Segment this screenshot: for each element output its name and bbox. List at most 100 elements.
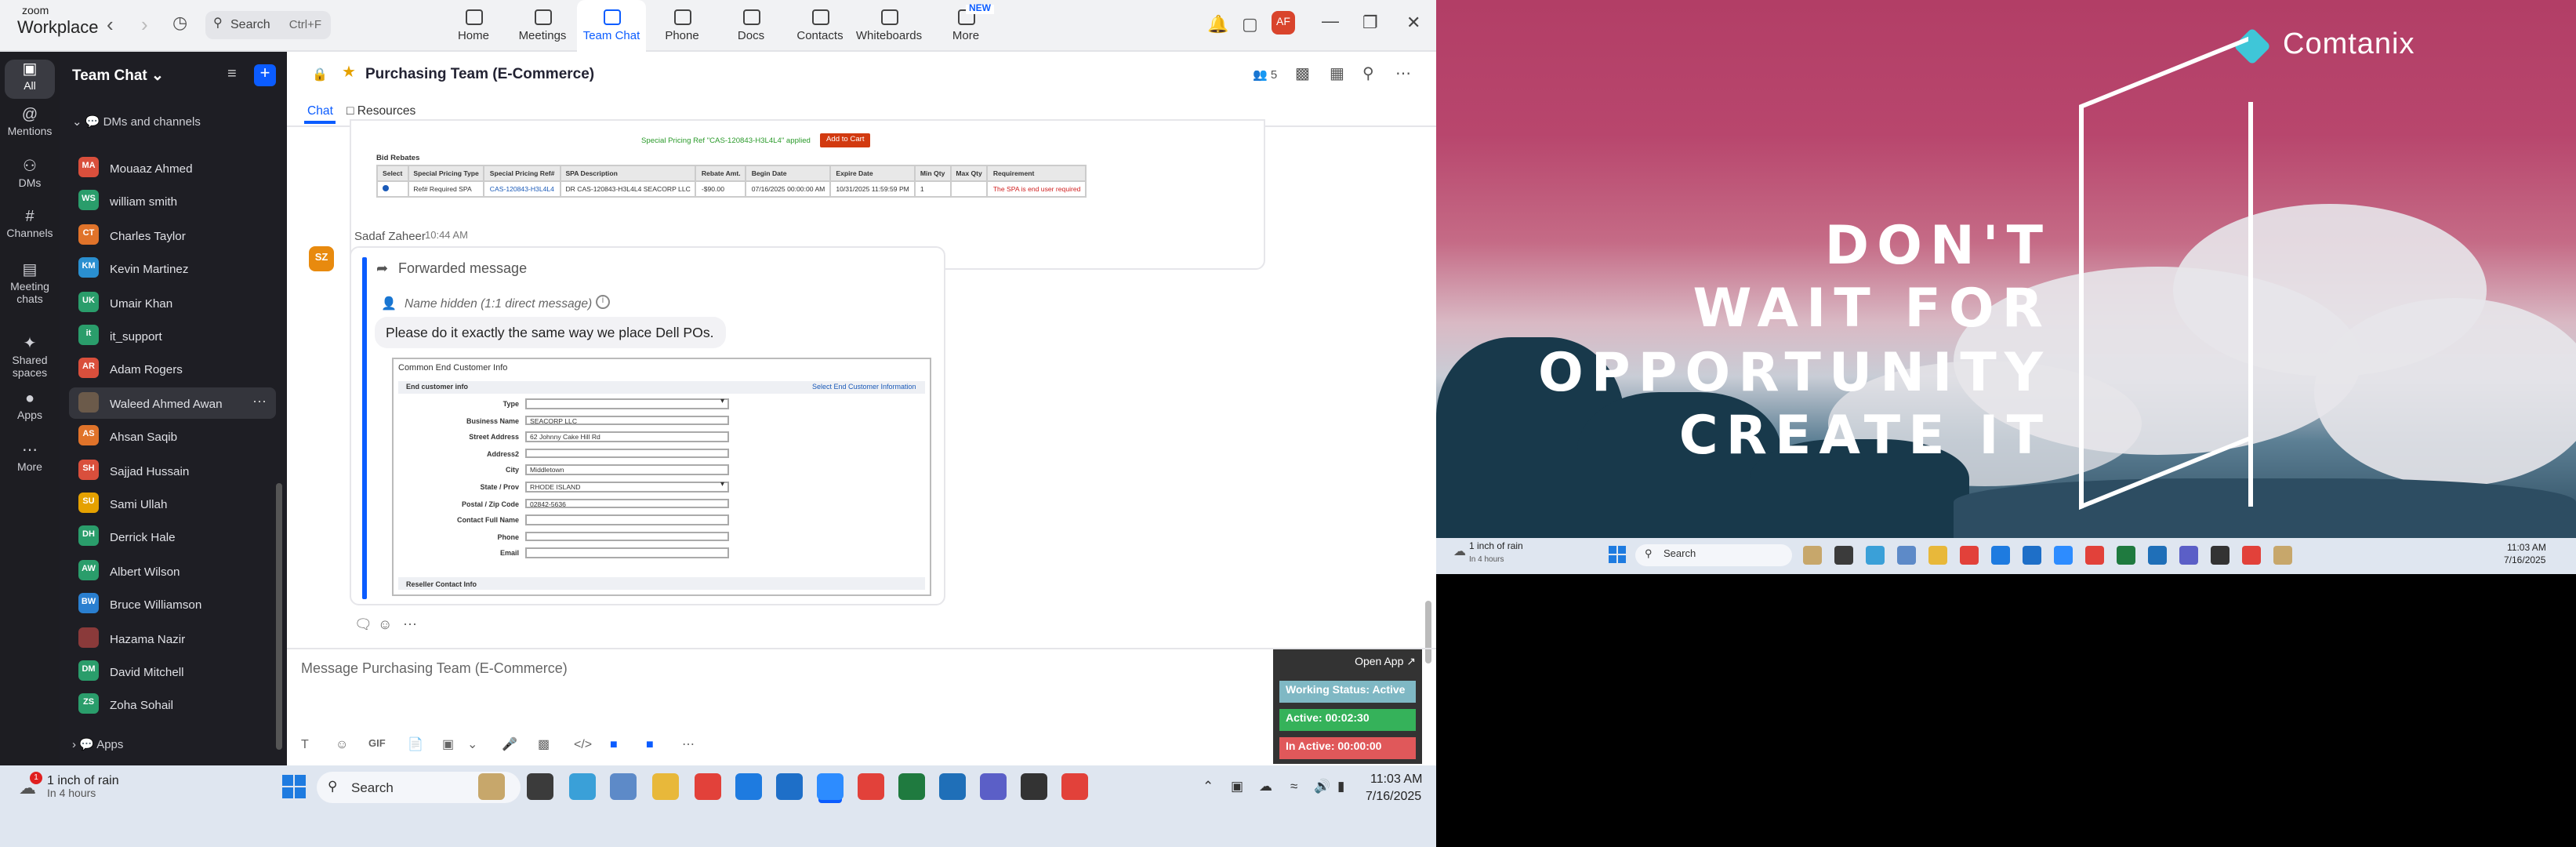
sidebar-title[interactable]: Team Chat ⌄: [72, 67, 164, 85]
emoji-reaction-icon[interactable]: ☺: [378, 616, 392, 632]
sidebar-item-david-mitchell[interactable]: DM David Mitchell: [69, 656, 276, 687]
folder-icon[interactable]: [652, 773, 679, 800]
member-count[interactable]: 👥 5: [1253, 67, 1277, 82]
sidebar-item-mouaaz-ahmed[interactable]: MA Mouaaz Ahmed: [69, 152, 276, 184]
rail-mentions[interactable]: @ Mentions: [0, 107, 60, 140]
windows-start-icon[interactable]: [1609, 546, 1626, 563]
widget-icon[interactable]: [1803, 546, 1822, 565]
sidebar-item-waleed-ahmed-awan[interactable]: Waleed Ahmed Awan ⋯: [69, 387, 276, 419]
screenshot-icon[interactable]: ▣: [442, 737, 454, 751]
edge-icon[interactable]: [1991, 546, 2010, 565]
video-call-icon[interactable]: ▩: [1295, 66, 1310, 83]
restore-icon[interactable]: ❐: [1362, 13, 1378, 33]
sender-avatar[interactable]: SZ: [309, 246, 334, 271]
code-icon[interactable]: </>: [574, 737, 592, 751]
calendar-icon[interactable]: ▦: [1330, 66, 1344, 83]
chrome-icon[interactable]: [1960, 546, 1979, 565]
battery-icon[interactable]: ▮: [1337, 778, 1344, 795]
message-input[interactable]: Message Purchasing Team (E-Commerce): [301, 660, 568, 676]
zoom-icon[interactable]: [817, 773, 844, 800]
message-more-icon[interactable]: ⋯: [403, 616, 417, 634]
gif-icon[interactable]: GIF: [368, 739, 386, 750]
sidebar-scrollbar[interactable]: [276, 483, 282, 750]
teams-icon[interactable]: [980, 773, 1007, 800]
item-more-icon[interactable]: ⋯: [252, 394, 267, 411]
file-manager-icon[interactable]: [527, 773, 553, 800]
edge-icon[interactable]: [1866, 546, 1885, 565]
back-arrow-icon[interactable]: ‹: [107, 13, 114, 36]
tab-contacts[interactable]: Contacts: [785, 0, 854, 52]
tab-phone[interactable]: Phone: [648, 0, 717, 52]
app-icon[interactable]: [2211, 546, 2230, 565]
clock-time[interactable]: 11:03 AM: [2507, 544, 2546, 554]
clock-time[interactable]: 11:03 AM: [1370, 772, 1422, 786]
outlook-icon[interactable]: [776, 773, 803, 800]
filter-icon[interactable]: ≡: [227, 66, 237, 83]
remote-desktop-icon[interactable]: [939, 773, 966, 800]
forward-arrow-icon[interactable]: ›: [141, 13, 148, 36]
chevron-up-icon[interactable]: ⌃: [1203, 778, 1214, 795]
history-icon[interactable]: ◷: [172, 13, 187, 33]
edge-icon[interactable]: [569, 773, 596, 800]
tab-home[interactable]: Home: [439, 0, 508, 52]
outlook-icon[interactable]: [2023, 546, 2041, 565]
sidebar-item-it_support[interactable]: it it_support: [69, 320, 276, 351]
app-icon-1[interactable]: ■: [610, 737, 618, 751]
chrome-icon[interactable]: [2242, 546, 2261, 565]
forwarded-message-card[interactable]: ➦ Forwarded message 👤 Name hidden (1:1 d…: [350, 246, 945, 605]
chat-scrollbar[interactable]: [1425, 601, 1431, 663]
composer-more-icon[interactable]: ⋯: [682, 737, 695, 751]
search-icon[interactable]: ⚲: [1362, 66, 1374, 83]
remote-desktop-icon[interactable]: [2148, 546, 2167, 565]
sidebar-item-hazama-nazir[interactable]: Hazama Nazir: [69, 622, 276, 653]
sidebar-item-sami-ullah[interactable]: SU Sami Ullah: [69, 488, 276, 519]
weather-text[interactable]: 1 inch of rain: [1469, 543, 1523, 552]
sidebar-item-albert-wilson[interactable]: AW Albert Wilson: [69, 555, 276, 587]
sidebar-item-derrick-hale[interactable]: DH Derrick Hale: [69, 522, 276, 553]
tab-chat[interactable]: Chat: [307, 104, 333, 118]
emoji-icon[interactable]: ☺: [336, 737, 348, 751]
user-avatar[interactable]: AF: [1272, 11, 1295, 35]
rail-shared-spaces[interactable]: ✦ Shared spaces: [0, 336, 60, 381]
window-icon[interactable]: ▢: [1242, 14, 1258, 35]
section-apps[interactable]: › 💬 Apps: [72, 737, 123, 751]
tab-resources[interactable]: □ Resources: [346, 104, 415, 118]
rail-apps[interactable]: ● Apps: [0, 391, 60, 424]
rail-all[interactable]: ▣ All: [5, 60, 55, 99]
widget-icon[interactable]: [2273, 546, 2292, 565]
teams-icon[interactable]: [2179, 546, 2198, 565]
file-icon[interactable]: 📄: [408, 737, 423, 751]
more-options-icon[interactable]: ⋯: [1395, 66, 1411, 83]
video-message-icon[interactable]: ▩: [538, 737, 550, 751]
windows-start-icon[interactable]: [282, 775, 306, 798]
folder-icon[interactable]: [1928, 546, 1947, 565]
bell-icon[interactable]: 🔔: [1207, 14, 1228, 35]
sidebar-item-umair-khan[interactable]: UK Umair Khan: [69, 286, 276, 318]
tray-app-icon[interactable]: ▣: [1231, 778, 1243, 795]
minimize-icon[interactable]: —: [1322, 13, 1339, 31]
widget-icon[interactable]: [478, 773, 505, 800]
text-format-icon[interactable]: T: [301, 737, 309, 751]
chrome-icon[interactable]: [1061, 773, 1088, 800]
sidebar-item-charles-taylor[interactable]: CT Charles Taylor: [69, 220, 276, 251]
file-manager-icon[interactable]: [1834, 546, 1853, 565]
wifi-icon[interactable]: ≈: [1290, 778, 1297, 794]
zoom-icon[interactable]: [2054, 546, 2073, 565]
chrome-icon[interactable]: [2085, 546, 2104, 565]
chrome-icon[interactable]: [858, 773, 884, 800]
sender-name[interactable]: Sadaf Zaheer: [354, 229, 426, 243]
sidebar-item-zoha-sohail[interactable]: ZS Zoha Sohail: [69, 689, 276, 721]
sidebar-item-ahsan-saqib[interactable]: AS Ahsan Saqib: [69, 420, 276, 452]
search-box[interactable]: ⚲ Search Ctrl+F: [205, 11, 331, 39]
calculator-icon[interactable]: [610, 773, 637, 800]
weather-icon[interactable]: ☁: [1453, 544, 1466, 558]
edge-icon[interactable]: [735, 773, 762, 800]
app-icon[interactable]: [1021, 773, 1047, 800]
calculator-icon[interactable]: [1897, 546, 1916, 565]
section-dms-channels[interactable]: ⌄ 💬 DMs and channels: [72, 115, 201, 129]
tray-cloud-icon[interactable]: ☁: [1259, 778, 1272, 795]
add-button[interactable]: +: [254, 64, 276, 86]
chrome-icon[interactable]: [695, 773, 721, 800]
rail-channels[interactable]: # Channels: [0, 209, 60, 242]
chevron-down-icon[interactable]: ⌄: [467, 737, 477, 751]
